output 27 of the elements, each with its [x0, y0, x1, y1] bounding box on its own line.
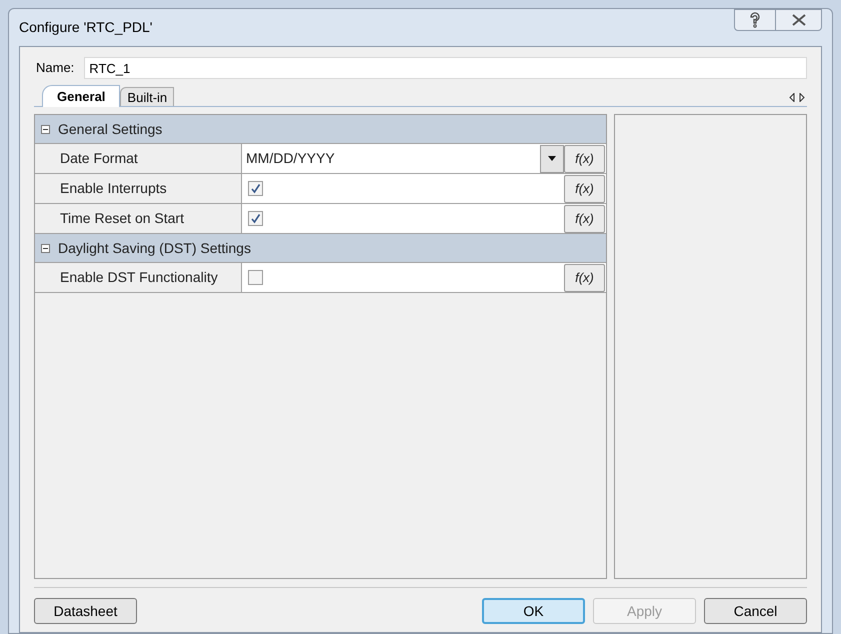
- help-button[interactable]: [734, 9, 776, 31]
- dialog-button[interactable]: Cancel: [704, 598, 807, 624]
- dropdown-button[interactable]: [540, 144, 564, 172]
- collapse-icon[interactable]: [41, 124, 50, 134]
- close-icon: [792, 14, 806, 26]
- dialog-button[interactable]: OK: [482, 598, 585, 624]
- dialog-button[interactable]: Datasheet: [34, 598, 137, 624]
- category-title: Daylight Saving (DST) Settings: [58, 238, 251, 258]
- checkbox[interactable]: [248, 181, 263, 196]
- function-button[interactable]: f(x): [564, 145, 605, 173]
- tab[interactable]: Built-in: [120, 87, 174, 106]
- tab[interactable]: General: [42, 85, 120, 107]
- function-button[interactable]: f(x): [564, 175, 605, 203]
- window-title: Configure 'RTC_PDL': [19, 18, 152, 37]
- function-button[interactable]: f(x): [564, 264, 605, 292]
- name-label: Name:: [35, 59, 74, 78]
- checkbox[interactable]: [248, 270, 263, 285]
- function-button[interactable]: f(x): [564, 205, 605, 233]
- scroll-left-icon[interactable]: [789, 93, 795, 102]
- name-field[interactable]: RTC_1: [84, 57, 807, 79]
- help-icon: [749, 12, 761, 28]
- category-title: General Settings: [58, 120, 162, 139]
- scroll-right-icon[interactable]: [799, 93, 805, 102]
- checkbox[interactable]: [248, 211, 263, 226]
- close-button[interactable]: [776, 9, 822, 31]
- caret-icon: [548, 156, 556, 161]
- collapse-icon[interactable]: [41, 244, 50, 252]
